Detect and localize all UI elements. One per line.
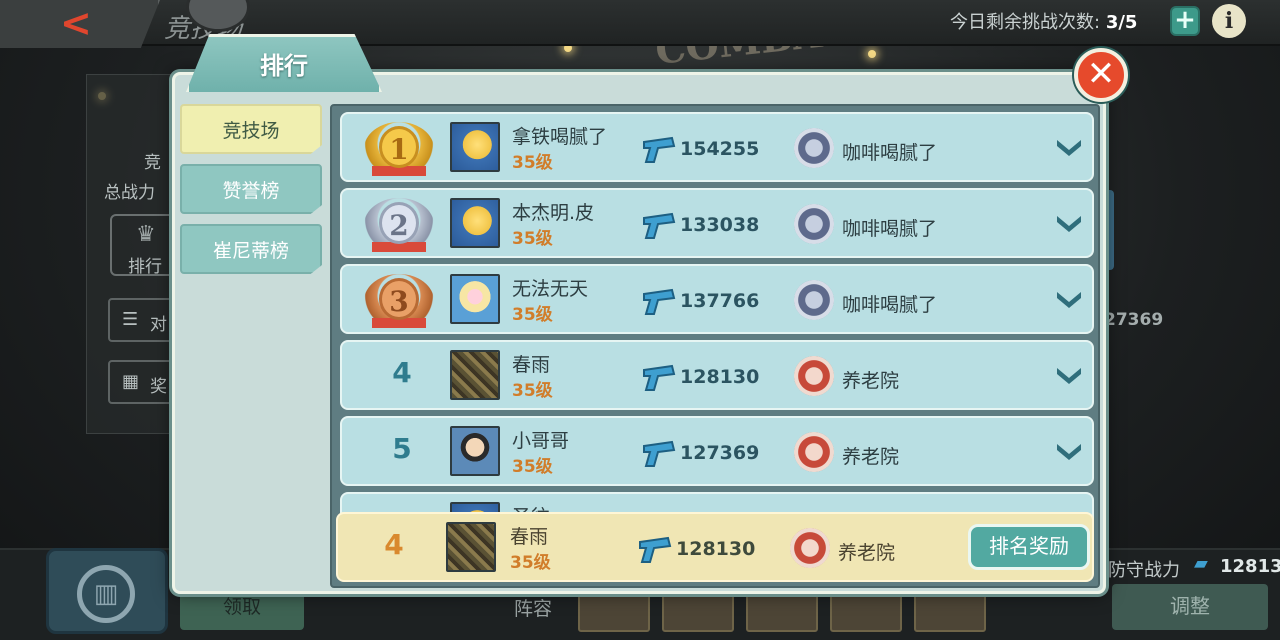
gold-medal-icon: 1 [364,122,434,176]
player-level: 35级 [512,381,553,401]
guild-emblem-icon [794,432,834,472]
gun-icon [643,136,676,163]
my-power-value: 128130 [676,538,756,560]
defense-power-label: 防守战力 [1108,560,1180,581]
arena-label: 竞 [144,153,161,173]
ranking-row[interactable]: 1 拿铁喝腻了 35级 154255 咖啡喝腻了 [340,112,1094,182]
guild-emblem-icon [794,280,834,320]
player-level: 35级 [512,229,553,249]
power-value: 127369 [680,442,760,464]
modal-title: 排行 [186,34,382,92]
player-name: 拿铁喝腻了 [512,126,608,148]
guild-name: 养老院 [842,370,900,392]
ranking-row[interactable]: 4 春雨 35级 128130 养老院 [340,340,1094,410]
gun-icon: ▰ [1194,553,1208,574]
avatar[interactable] [450,274,500,324]
ranking-row[interactable]: 3 无法无天 35级 137766 咖啡喝腻了 [340,264,1094,334]
opponent-power: 27369 [1104,310,1164,330]
avatar[interactable] [450,198,500,248]
guild-emblem-icon [794,204,834,244]
power-value: 128130 [680,366,760,388]
list-icon: ☰ [122,309,139,330]
attempts-remaining: 今日剩余挑战次数: 3/5 [950,8,1137,34]
chevron-down-icon[interactable] [1054,210,1084,236]
avatar[interactable] [450,426,500,476]
attempts-label: 今日剩余挑战次数: [950,12,1101,33]
rank-number: 5 [392,432,412,465]
attempts-count: 3/5 [1105,12,1138,33]
ranking-row[interactable]: 5 小哥哥 35级 127369 养老院 [340,416,1094,486]
tab-arena[interactable]: 竞技场 [180,104,322,154]
guild-emblem-icon [794,128,834,168]
total-power-label: 总战力 [104,183,155,203]
chevron-down-icon[interactable] [1054,362,1084,388]
guild-emblem-icon [794,356,834,396]
player-level: 35级 [512,153,553,173]
my-ranking-row: 4 春雨 35级 128130 养老院 排名奖励 [336,512,1094,582]
guild-name: 咖啡喝腻了 [842,294,938,316]
guild-name: 咖啡喝腻了 [842,142,938,164]
chevron-down-icon[interactable] [1054,134,1084,160]
back-button[interactable]: < [0,0,160,48]
add-attempts-button[interactable]: + [1170,6,1200,36]
gun-icon [643,288,676,315]
my-rank-number: 4 [384,528,404,561]
bronze-medal-icon: 3 [364,274,434,328]
gun-icon [639,536,672,563]
gift-icon: ▦ [122,371,140,392]
rewards-button-label: 奖 [150,377,167,397]
player-level: 35级 [512,305,553,325]
lineup-label: 阵容 [514,598,553,620]
avatar[interactable] [450,122,500,172]
gun-icon [643,440,676,467]
avatar[interactable] [446,522,496,572]
guild-emblem-icon [790,528,830,568]
gun-icon [643,364,676,391]
player-name: 本杰明.皮 [512,202,595,224]
player-name: 小哥哥 [512,430,570,452]
my-guild-name: 养老院 [838,542,896,564]
vault-gear-icon: ▥ [77,565,135,623]
silver-medal-icon: 2 [364,198,434,252]
power-value: 137766 [680,290,760,312]
my-player-level: 35级 [510,553,551,573]
ranking-button[interactable]: ♛ 排行 [110,214,180,277]
trophy-icon: ♛ [136,222,156,247]
player-name: 春雨 [512,354,551,376]
player-level: 35级 [512,457,553,477]
ranking-button-label: 排行 [128,257,162,277]
ranking-row[interactable]: 2 本杰明.皮 35级 133038 咖啡喝腻了 [340,188,1094,258]
claim-button[interactable]: 领取 [180,590,304,630]
chevron-left-icon: < [60,1,92,45]
avatar[interactable] [450,350,500,400]
tab-trinity[interactable]: 崔尼蒂榜 [180,224,322,274]
power-value: 154255 [680,138,760,160]
player-name: 无法无天 [512,278,589,300]
close-button[interactable]: ✕ [1074,48,1128,102]
ranking-category-tabs: 竞技场 赞誉榜 崔尼蒂榜 [180,104,322,584]
gun-icon [643,212,676,239]
rank-reward-button[interactable]: 排名奖励 [968,524,1090,570]
chevron-down-icon[interactable] [1054,286,1084,312]
lineup-button-label: 对 [150,315,167,335]
guild-name: 养老院 [842,446,900,468]
reward-chest[interactable]: ▥ [46,548,168,634]
adjust-button[interactable]: 调整 [1112,584,1268,630]
info-icon[interactable]: i [1212,4,1246,38]
my-player-name: 春雨 [510,526,549,548]
tab-praise[interactable]: 赞誉榜 [180,164,322,214]
guild-name: 咖啡喝腻了 [842,218,938,240]
defense-power-value: 128130 [1220,556,1280,577]
power-value: 133038 [680,214,760,236]
chevron-down-icon[interactable] [1054,438,1084,464]
rank-number: 4 [392,356,412,389]
